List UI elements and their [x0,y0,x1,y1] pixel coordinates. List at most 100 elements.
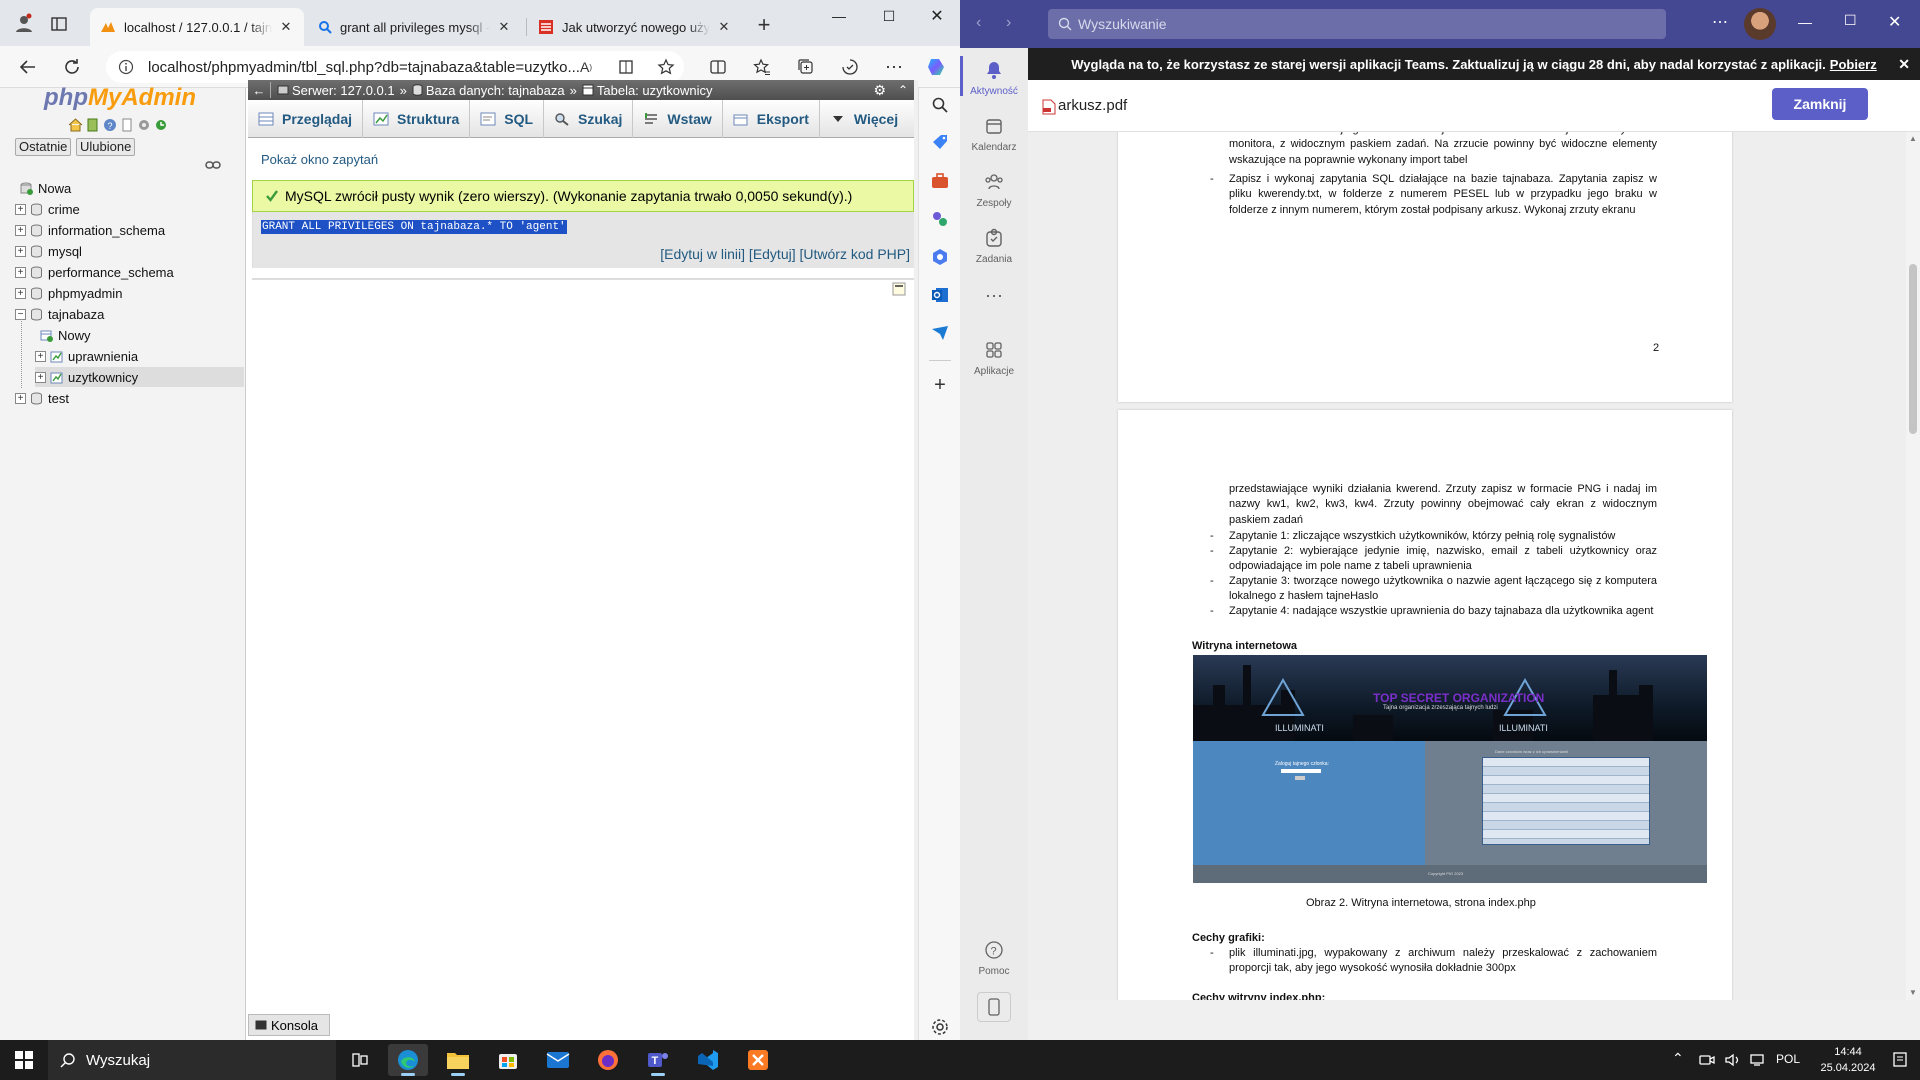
breadcrumb-table[interactable]: Tabela: uzytkownicy [597,83,713,98]
rail-calendar[interactable]: Kalendarz [960,114,1028,153]
banner-download-link[interactable]: Pobierz [1830,57,1877,72]
favorite-star-icon[interactable] [650,51,682,83]
scroll-thumb[interactable] [1909,264,1917,434]
user-avatar[interactable] [1744,8,1776,40]
bookmark-icon[interactable] [892,282,906,296]
copilot-icon[interactable] [920,51,952,83]
tab-jak-utworzyc[interactable]: Jak utworzyć nowego użytko... ✕ [528,8,742,46]
show-query-window-link[interactable]: Pokaż okno zapytań [261,152,378,167]
games-icon[interactable] [927,206,953,232]
rail-help[interactable]: ? Pomoc [960,938,1028,977]
network-icon[interactable] [1748,1051,1766,1069]
tree-item-uprawnienia[interactable]: + uprawnienia [35,346,138,366]
favorites-icon[interactable] [746,51,778,83]
breadcrumb-database[interactable]: Baza danych: tajnabaza [426,83,565,98]
expand-icon[interactable]: + [15,392,26,404]
settings-icon[interactable] [137,118,151,132]
outlook-icon[interactable] [927,282,953,308]
tree-item-tajnabaza[interactable]: − tajnabaza [15,304,104,324]
expand-icon[interactable]: + [35,371,46,383]
split-screen-icon[interactable] [702,51,734,83]
tree-item-test[interactable]: + test [15,388,69,408]
close-file-button[interactable]: Zamknij [1772,88,1868,120]
browser-essentials-icon[interactable] [834,51,866,83]
info-icon[interactable] [118,59,134,75]
tab-insert[interactable]: Wstaw [633,100,723,138]
expand-icon[interactable]: + [15,203,26,215]
read-aloud-icon[interactable]: A) [570,51,602,83]
mail-icon[interactable] [538,1044,578,1076]
scroll-up-arrow-icon[interactable]: ▲ [1909,134,1917,143]
send-icon[interactable] [927,320,953,346]
sql-query-text[interactable]: GRANT ALL PRIVILEGES ON tajnabaza.* TO '… [261,220,567,234]
tab-search[interactable]: Szukaj [544,100,634,138]
tree-item-new[interactable]: Nowa [20,178,71,198]
minimize-button[interactable]: — [816,0,862,32]
tab-phpmyadmin[interactable]: localhost / 127.0.0.1 / tajnab... ✕ [90,8,304,46]
shopping-tag-icon[interactable] [927,130,953,156]
immersive-reader-icon[interactable] [610,51,642,83]
tab-structure[interactable]: Struktura [363,100,471,138]
tab-sql[interactable]: SQL [470,100,545,138]
tools-icon[interactable] [927,168,953,194]
rail-tasks[interactable]: Zadania [960,226,1028,265]
taskbar-search[interactable]: Wyszukaj [48,1040,336,1080]
close-tab-icon[interactable]: ✕ [496,19,512,35]
collections-icon[interactable] [790,51,822,83]
rail-teams[interactable]: Zespoły [960,170,1028,209]
profile-icon[interactable] [12,11,36,35]
rail-more[interactable]: ⋯ [960,286,1028,307]
close-banner-icon[interactable]: ✕ [1898,56,1910,73]
tree-item-new-table[interactable]: Nowy [40,325,91,345]
pdf-scrollbar[interactable]: ▲ ▼ [1906,132,1920,1000]
docs-icon[interactable] [120,118,134,132]
tab-export[interactable]: Eksport [723,100,820,138]
start-button[interactable] [4,1044,44,1076]
teams-taskbar-icon[interactable]: T [638,1044,678,1076]
file-explorer-icon[interactable] [438,1044,478,1076]
microsoft-365-icon[interactable] [927,244,953,270]
volume-icon[interactable] [1724,1051,1742,1069]
vscode-icon[interactable] [688,1044,728,1076]
tree-item-crime[interactable]: + crime [15,199,80,219]
pma-logo[interactable]: phpMyAdmin [44,84,196,112]
meet-now-icon[interactable] [1698,1051,1716,1069]
collapse-nav-icon[interactable]: ← [248,83,270,98]
tab-grant-search[interactable]: grant all privileges mysql - W... ✕ [308,8,522,46]
tree-item-information-schema[interactable]: + information_schema [15,220,165,240]
task-view-icon[interactable] [340,1044,380,1076]
expand-icon[interactable]: + [15,224,26,236]
close-window-button[interactable]: ✕ [914,0,960,32]
sidebar-settings-icon[interactable] [927,1014,953,1040]
console-toggle[interactable]: Konsola [248,1014,330,1036]
help-icon[interactable]: ? [103,118,117,132]
refresh-button[interactable] [56,51,88,83]
tree-item-mysql[interactable]: + mysql [15,241,82,261]
reload-nav-icon[interactable] [154,118,168,132]
edge-taskbar-icon[interactable] [388,1044,428,1076]
edit-link[interactable]: Edytuj [753,246,792,262]
expand-icon[interactable]: + [15,245,26,257]
expand-icon[interactable]: + [15,287,26,299]
close-window-button[interactable]: ✕ [1888,12,1901,32]
teams-search-field[interactable]: Wyszukiwanie [1048,9,1666,39]
recent-tables-button[interactable]: Ostatnie [15,138,72,156]
back-arrow-icon[interactable]: ‹ [976,14,981,32]
inline-edit-link[interactable]: Edytuj w linii [664,246,741,262]
more-options-icon[interactable]: ⋯ [1712,12,1728,32]
close-tab-icon[interactable]: ✕ [278,19,294,35]
create-php-code-link[interactable]: Utwórz kod PHP [803,246,906,262]
link-with-main-icon[interactable] [205,160,221,170]
tree-item-performance-schema[interactable]: + performance_schema [15,262,174,282]
favorite-tables-button[interactable]: Ulubione [76,138,136,156]
tab-browse[interactable]: Przeglądaj [248,100,364,138]
maximize-button[interactable]: ☐ [1844,12,1857,29]
scroll-down-arrow-icon[interactable]: ▼ [1909,988,1917,997]
search-icon[interactable] [927,92,953,118]
collapse-top-icon[interactable]: ⌃ [898,83,908,97]
clock[interactable]: 14:44 25.04.2024 [1808,1044,1888,1076]
tab-more[interactable]: Więcej [820,100,908,138]
show-hidden-icons[interactable]: ⌃ [1672,1050,1684,1067]
rail-activity[interactable]: Aktywność [960,58,1028,97]
expand-icon[interactable]: + [15,266,26,278]
